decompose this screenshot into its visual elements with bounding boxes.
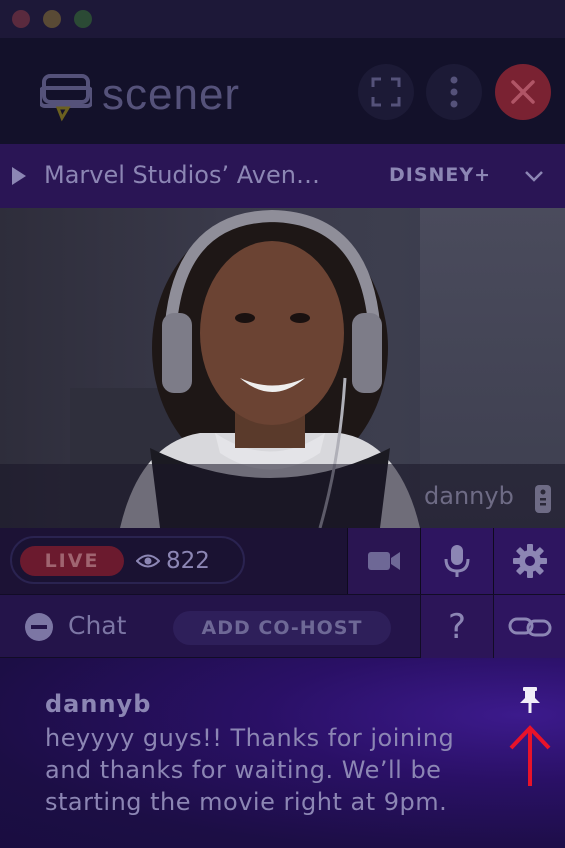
message-author: dannyb [45, 690, 152, 718]
message-text: heyyyy guys!! Thanks for joining and tha… [45, 724, 455, 816]
scener-logo: scener [40, 70, 380, 126]
camera-icon [368, 552, 400, 570]
viewer-count-group: 822 [136, 548, 210, 574]
chat-bar: Chat ADD CO-HOST ? [0, 594, 565, 658]
couch-icon [40, 74, 92, 122]
copy-link-button[interactable] [493, 595, 565, 658]
controls-bar: LIVE 822 [0, 528, 565, 594]
chat-messages: dannyb heyyyy guys!! Thanks for joining … [0, 658, 565, 848]
close-button[interactable] [495, 64, 551, 120]
microphone-icon [444, 545, 470, 577]
live-status-pill: LIVE 822 [10, 536, 245, 584]
add-cohost-button[interactable]: ADD CO-HOST [173, 611, 391, 645]
link-icon [508, 617, 551, 636]
more-options-button[interactable] [426, 64, 482, 120]
more-vertical-icon [450, 76, 458, 108]
live-badge: LIVE [20, 546, 124, 576]
chevron-down-icon[interactable] [524, 170, 544, 182]
video-feed: dannyb [0, 208, 565, 528]
fullscreen-button[interactable] [358, 64, 414, 120]
window-maximize-button[interactable] [74, 10, 92, 28]
window-close-button[interactable] [12, 10, 30, 28]
chat-label[interactable]: Chat [68, 611, 126, 640]
app-name: scener [102, 70, 241, 119]
annotation-arrow-icon [509, 725, 551, 786]
fullscreen-icon [371, 77, 401, 107]
help-label: ? [447, 606, 467, 647]
remote-control-icon [535, 485, 551, 513]
collapse-chat-icon[interactable] [24, 612, 54, 642]
microphone-button[interactable] [420, 528, 493, 594]
viewer-count: 822 [166, 548, 210, 574]
media-title: Marvel Studios’ Aven… [44, 161, 320, 189]
help-button[interactable]: ? [420, 595, 493, 658]
eye-icon [136, 554, 160, 568]
window-titlebar [0, 0, 565, 38]
camera-button[interactable] [347, 528, 420, 594]
pin-icon[interactable] [518, 686, 542, 714]
window-minimize-button[interactable] [43, 10, 61, 28]
close-icon [511, 80, 535, 104]
media-bar[interactable]: Marvel Studios’ Aven… DISNEY+ [0, 144, 565, 208]
settings-button[interactable] [493, 528, 565, 594]
play-icon[interactable] [10, 166, 28, 186]
app-header: scener [0, 38, 565, 144]
participant-name: dannyb [424, 482, 514, 510]
gear-icon [512, 544, 547, 578]
media-service: DISNEY+ [389, 164, 492, 186]
